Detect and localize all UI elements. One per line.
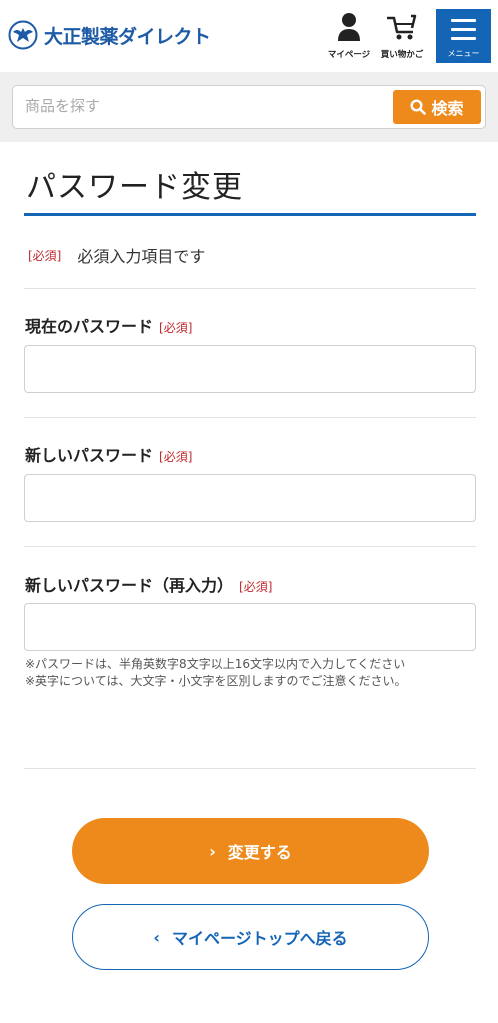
submit-button[interactable]: › 変更する: [72, 818, 429, 884]
back-to-mypage-button[interactable]: ‹ マイページトップへ戻る: [72, 904, 429, 970]
chevron-right-icon: ›: [209, 841, 216, 861]
divider: [24, 546, 476, 547]
page-title: パスワード変更: [26, 170, 243, 205]
new-password-input[interactable]: [24, 474, 476, 522]
logo-text: 大正製薬ダイレクト: [44, 25, 211, 48]
search-bar: 検索: [0, 72, 498, 142]
confirm-password-input[interactable]: [24, 603, 476, 651]
required-tag: [必須]: [239, 580, 273, 594]
divider: [24, 768, 476, 769]
password-rule-note: ※パスワードは、半角英数字8文字以上16文字以内で入力してください: [25, 657, 406, 671]
hamburger-icon: [451, 19, 476, 46]
new-password-label-text: 新しいパスワード: [25, 446, 154, 465]
person-icon: [338, 13, 360, 41]
password-notes: ※パスワードは、半角英数字8文字以上16文字以内で入力してください ※英字につい…: [25, 656, 475, 690]
search-button-label: 検索: [431, 99, 464, 118]
current-password-label: 現在のパスワード [必須]: [25, 313, 192, 337]
current-password-label-text: 現在のパスワード: [25, 317, 154, 336]
confirm-password-label-text: 新しいパスワード（再入力）: [25, 576, 234, 595]
cart-icon: [387, 14, 417, 40]
menu-label: メニュー: [447, 49, 480, 58]
back-button-label: マイページトップへ戻る: [171, 929, 348, 948]
site-logo[interactable]: 大正製薬ダイレクト: [8, 20, 211, 50]
required-note: [必須] 必須入力項目です: [28, 243, 205, 267]
divider: [24, 288, 476, 289]
divider: [24, 417, 476, 418]
cart-button[interactable]: 買い物かご: [376, 12, 428, 60]
search-input[interactable]: [25, 97, 385, 115]
confirm-password-label: 新しいパスワード（再入力） [必須]: [25, 572, 272, 596]
mypage-label: マイページ: [327, 50, 371, 60]
search-button[interactable]: 検索: [393, 90, 481, 124]
new-password-label: 新しいパスワード [必須]: [25, 442, 192, 466]
title-underline: [24, 213, 476, 216]
case-sensitive-note: ※英字については、大文字・小文字を区別しますのでご注意ください。: [25, 674, 407, 688]
submit-button-label: 変更する: [227, 843, 292, 862]
current-password-input[interactable]: [24, 345, 476, 393]
mypage-button[interactable]: マイページ: [322, 12, 376, 60]
required-note-text: 必須入力項目です: [77, 247, 206, 266]
required-tag: [必須]: [159, 321, 193, 335]
menu-button[interactable]: メニュー: [436, 9, 491, 63]
site-header: 大正製薬ダイレクト マイページ 買い物かご メニュー: [0, 0, 498, 72]
required-tag: [必須]: [159, 450, 193, 464]
cart-label: 買い物かご: [380, 50, 424, 60]
taisho-eagle-logo-icon: [8, 20, 38, 50]
chevron-left-icon: ‹: [153, 927, 160, 947]
search-icon: [410, 99, 427, 115]
required-tag: [必須]: [28, 248, 62, 263]
search-box: 検索: [12, 85, 486, 129]
